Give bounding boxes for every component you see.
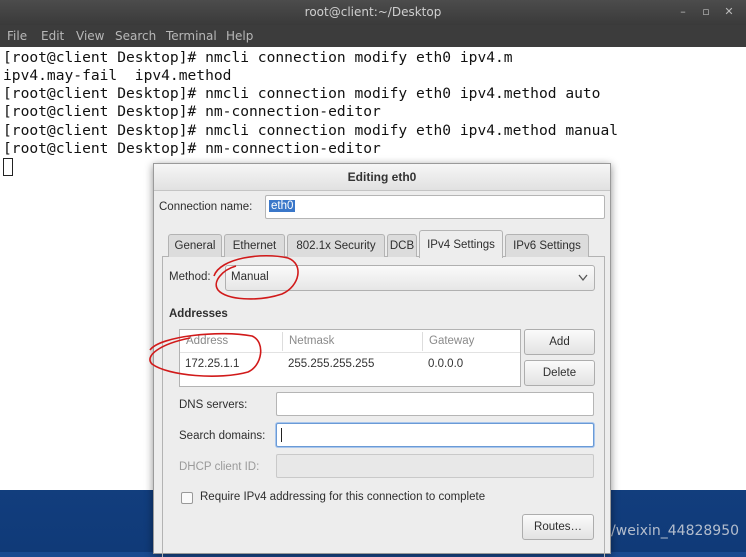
connection-name-value: eth0 [269, 200, 296, 212]
dns-servers-input[interactable] [276, 392, 594, 416]
chevron-down-icon [578, 274, 588, 282]
method-value: Manual [231, 271, 269, 283]
connection-name-input[interactable]: eth0 [265, 195, 605, 219]
menu-file[interactable]: File [7, 29, 27, 43]
tab-general[interactable]: General [168, 234, 222, 257]
tab-ipv4-settings[interactable]: IPv4 Settings [419, 230, 503, 258]
terminal-titlebar: root@client:~/Desktop – ▫ ✕ [0, 0, 746, 25]
header-divider [180, 352, 520, 353]
tab-dcb[interactable]: DCB [387, 234, 417, 257]
addresses-table[interactable]: Address Netmask Gateway 172.25.1.1 255.2… [179, 329, 521, 387]
connection-name-label: Connection name: [159, 201, 253, 213]
editing-connection-dialog: Editing eth0 Connection name: eth0 Gener… [153, 163, 611, 557]
dialog-title: Editing eth0 [154, 164, 610, 191]
addresses-heading: Addresses [169, 308, 228, 320]
address-cell[interactable]: 172.25.1.1 [185, 358, 239, 370]
column-divider [422, 332, 423, 351]
tab-8021x-security[interactable]: 802.1x Security [287, 234, 385, 257]
maximize-icon[interactable]: ▫ [698, 4, 714, 20]
method-label: Method: [169, 271, 211, 283]
require-ipv4-label: Require IPv4 addressing for this connect… [200, 491, 486, 503]
minimize-icon[interactable]: – [675, 4, 691, 20]
terminal-cursor [3, 158, 13, 176]
column-header-address[interactable]: Address [186, 335, 228, 347]
netmask-cell[interactable]: 255.255.255.255 [288, 358, 374, 370]
column-divider [282, 332, 283, 351]
text-caret [281, 428, 282, 442]
terminal-line: [root@client Desktop]# nm-connection-edi… [3, 103, 381, 120]
column-header-netmask[interactable]: Netmask [289, 335, 334, 347]
menu-help[interactable]: Help [226, 29, 253, 43]
column-header-gateway[interactable]: Gateway [429, 335, 474, 347]
window-title: root@client:~/Desktop [304, 5, 442, 19]
method-select[interactable]: Manual [225, 265, 595, 291]
routes-button[interactable]: Routes… [522, 514, 594, 540]
terminal-line: [root@client Desktop]# nm-connection-edi… [3, 140, 381, 157]
tab-ethernet[interactable]: Ethernet [224, 234, 285, 257]
dhcp-client-id-label: DHCP client ID: [179, 461, 260, 473]
terminal-line: [root@client Desktop]# nmcli connection … [3, 122, 619, 139]
terminal-line: [root@client Desktop]# nmcli connection … [3, 49, 513, 66]
terminal-menubar: File Edit View Search Terminal Help [0, 25, 746, 47]
require-ipv4-checkbox[interactable] [181, 492, 193, 504]
add-button[interactable]: Add [524, 329, 595, 355]
dhcp-client-id-input[interactable] [276, 454, 594, 478]
terminal-line: [root@client Desktop]# nmcli connection … [3, 85, 601, 102]
tab-ipv6-settings[interactable]: IPv6 Settings [505, 234, 589, 257]
dns-servers-label: DNS servers: [179, 399, 248, 411]
search-domains-label: Search domains: [179, 430, 266, 442]
menu-terminal[interactable]: Terminal [166, 29, 217, 43]
terminal-line: ipv4.may-fail ipv4.method [3, 67, 232, 84]
close-icon[interactable]: ✕ [721, 4, 737, 20]
gateway-cell[interactable]: 0.0.0.0 [428, 358, 463, 370]
menu-view[interactable]: View [76, 29, 104, 43]
delete-button[interactable]: Delete [524, 360, 595, 386]
search-domains-input[interactable] [276, 423, 594, 447]
menu-edit[interactable]: Edit [41, 29, 64, 43]
menu-search[interactable]: Search [115, 29, 156, 43]
